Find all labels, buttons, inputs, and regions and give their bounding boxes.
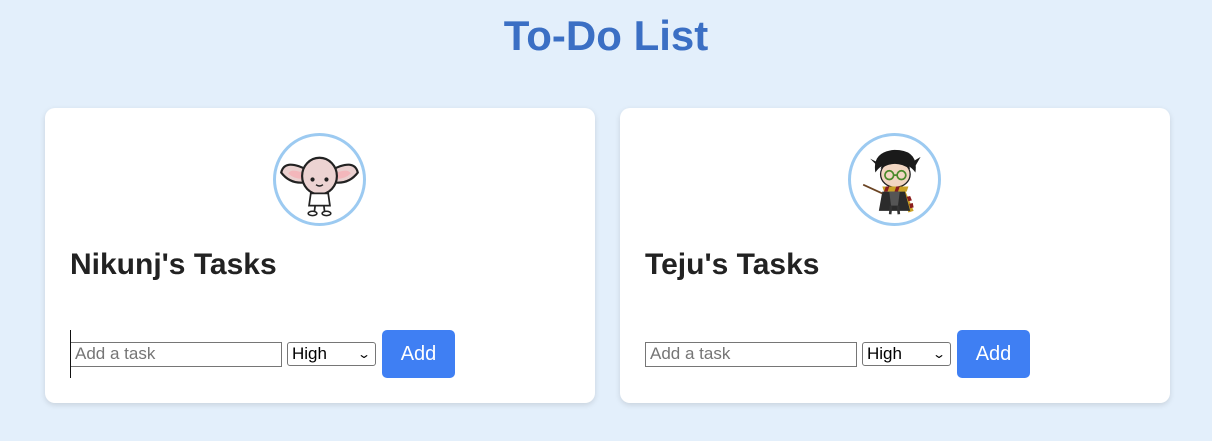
task-input[interactable] [645,341,857,367]
priority-selected-value: High [867,344,902,363]
add-task-form: High ⌄ Add [645,330,1030,378]
priority-select[interactable]: High ⌄ [862,342,951,366]
user-card-teju: Teju's Tasks High ⌄ Add [620,108,1170,403]
card-heading: Nikunj's Tasks [70,248,277,281]
text-caret [70,330,71,378]
chevron-down-icon: ⌄ [356,347,372,361]
chevron-down-icon: ⌄ [931,347,947,361]
task-input[interactable] [70,341,282,367]
elf-character-icon [280,156,359,217]
priority-select[interactable]: High ⌄ [287,342,376,366]
priority-selected-value: High [292,344,327,363]
add-task-button[interactable]: Add [957,330,1030,378]
add-task-button[interactable]: Add [382,330,455,378]
page-title: To-Do List [503,12,709,59]
avatar [273,133,366,226]
avatar [848,133,941,226]
user-card-nikunj: Nikunj's Tasks High ⌄ Add [45,108,595,403]
wizard-character-icon [862,149,921,215]
card-heading: Teju's Tasks [645,248,820,281]
add-task-form: High ⌄ Add [70,330,455,378]
